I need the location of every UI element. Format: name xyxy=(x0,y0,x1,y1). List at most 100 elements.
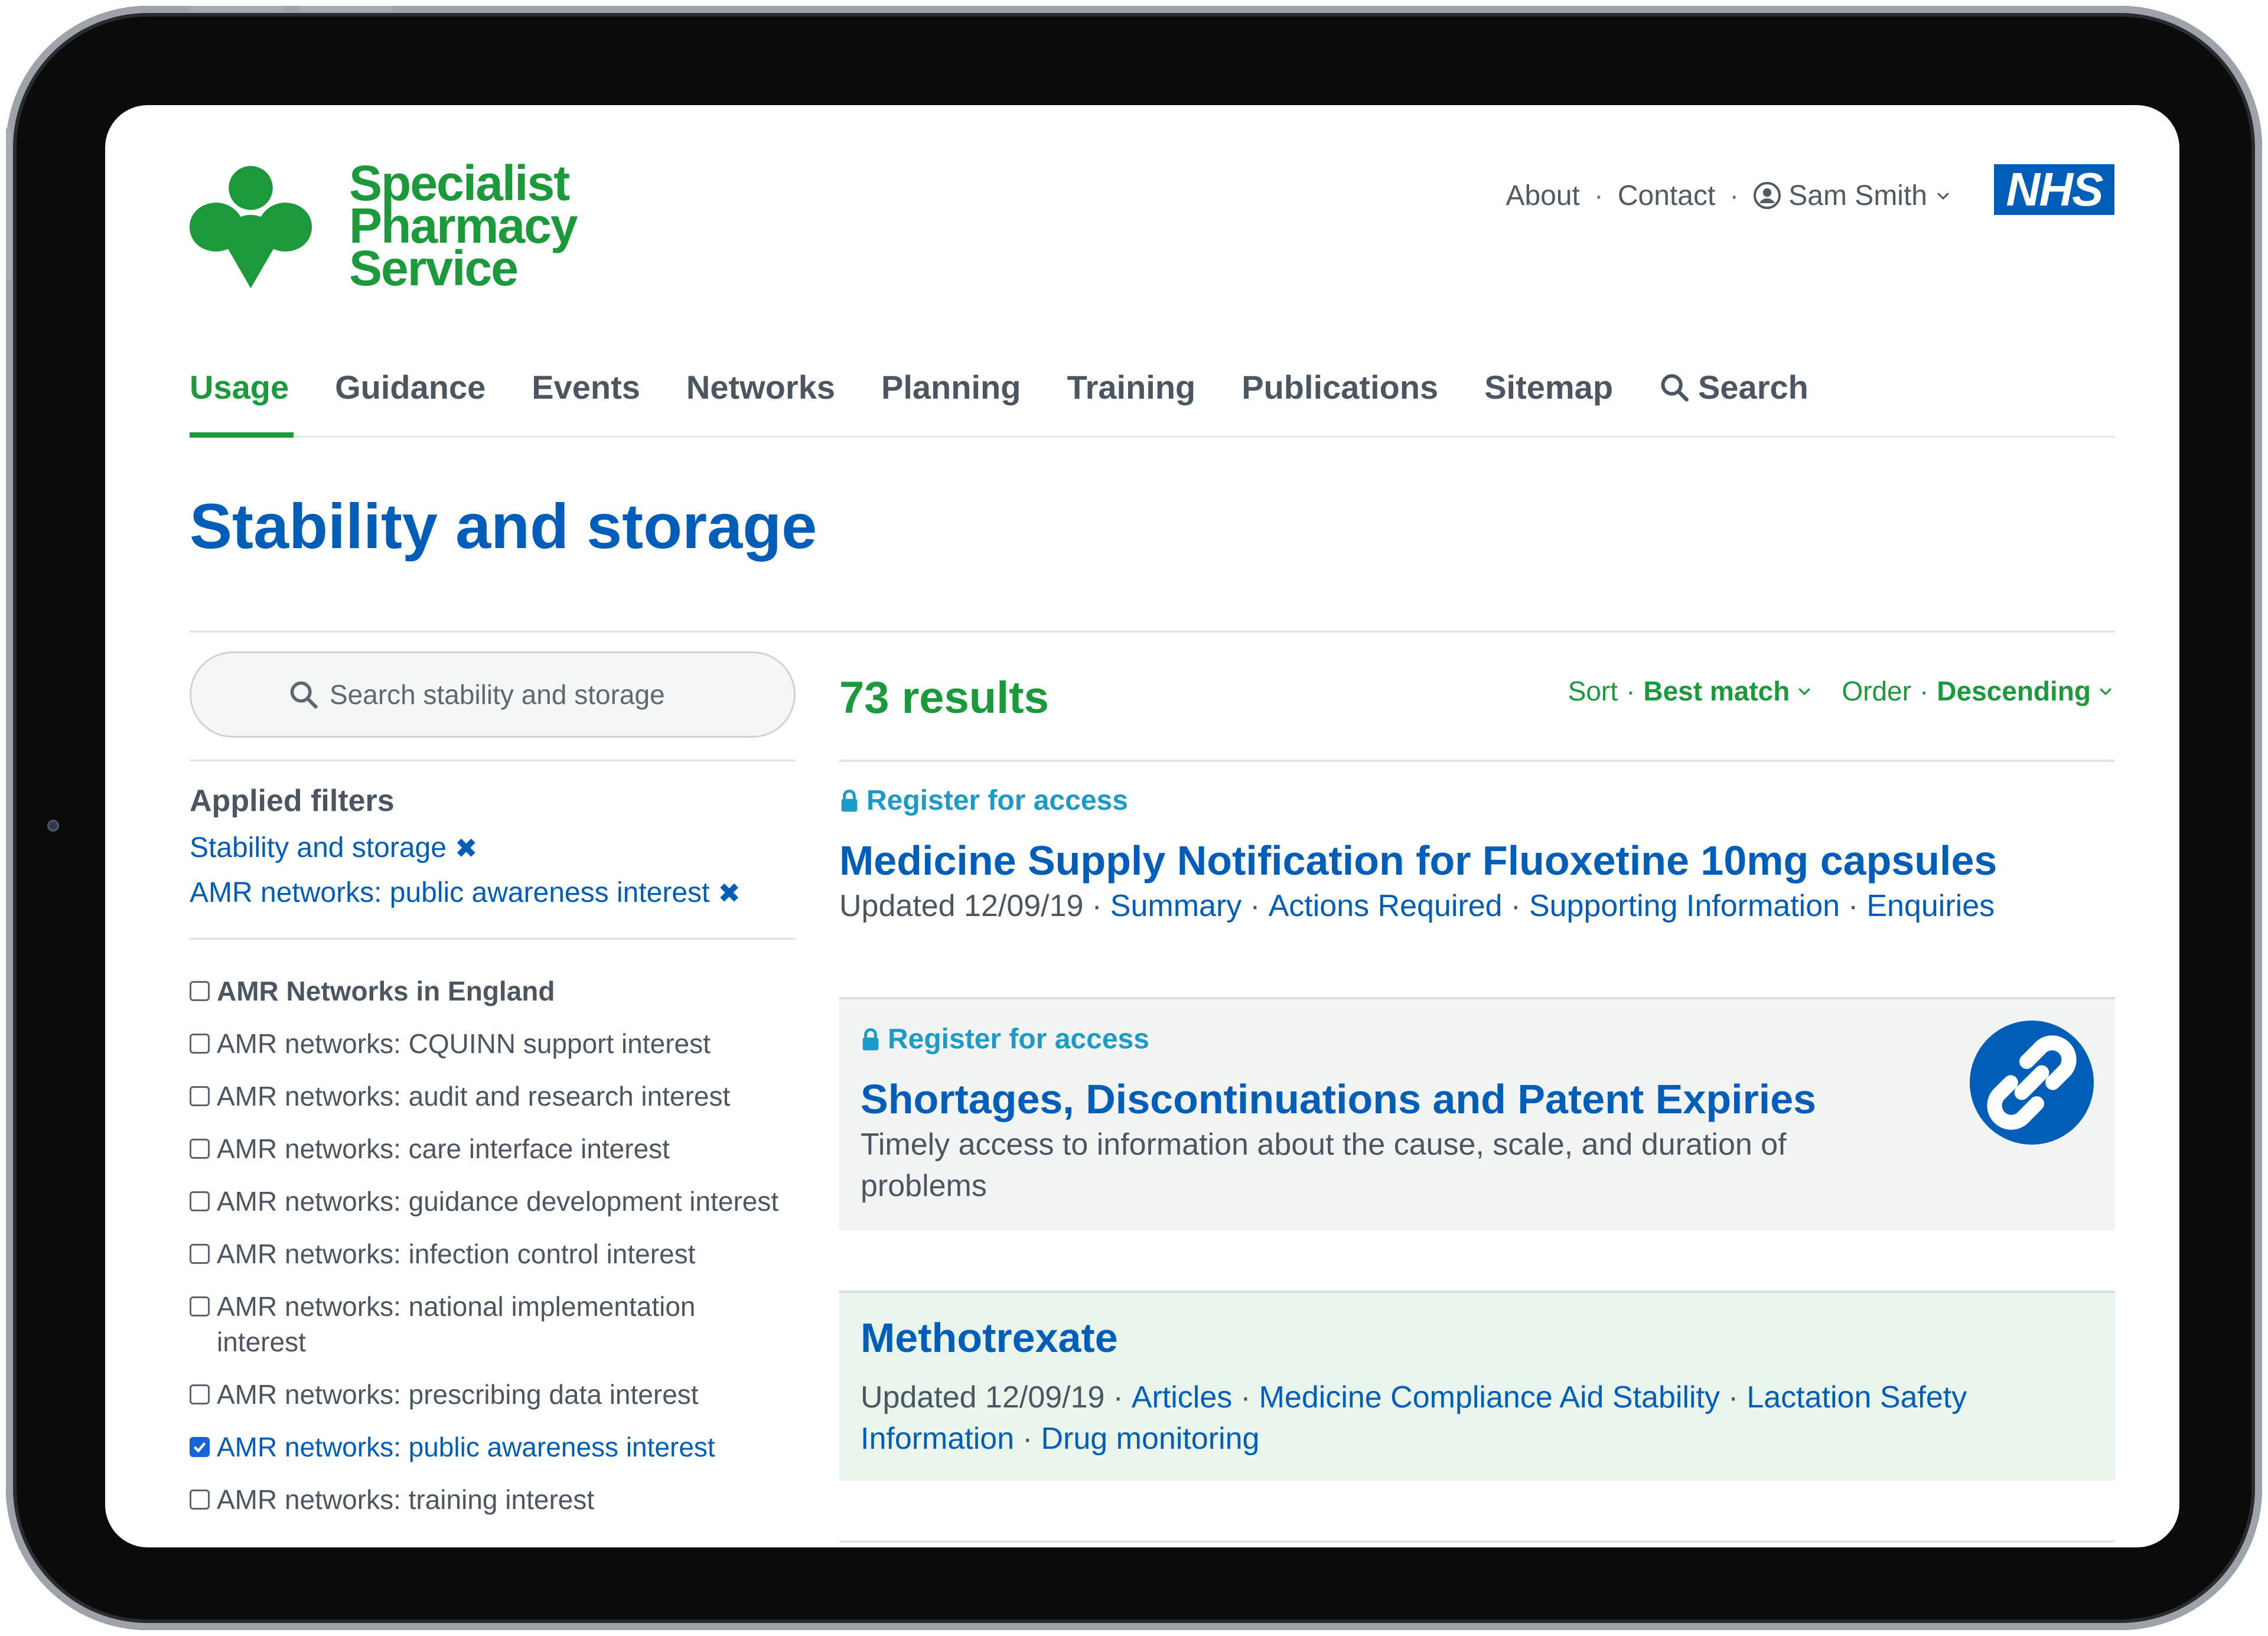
chevron-down-icon xyxy=(2100,688,2111,696)
filter-checkbox-row[interactable]: AMR Networks in England xyxy=(190,973,839,1009)
separator: · xyxy=(1594,180,1604,211)
separator: · xyxy=(1919,676,1929,706)
result-meta: Updated 12/09/19 · Summary · Actions Require… xyxy=(839,885,2115,927)
nav-item-publications[interactable]: Publications xyxy=(1241,338,1438,436)
checkbox[interactable] xyxy=(190,981,210,1001)
nav-item-sitemap[interactable]: Sitemap xyxy=(1484,338,1613,436)
remove-filter-icon[interactable]: ✖ xyxy=(718,877,741,909)
order-label: Order xyxy=(1842,676,1911,706)
search-icon xyxy=(290,681,318,709)
divider xyxy=(190,938,796,940)
filter-checkbox-row[interactable]: AMR networks: infection control interest xyxy=(190,1236,839,1272)
nav-item-events[interactable]: Events xyxy=(532,338,640,436)
result-link[interactable]: Summary xyxy=(1110,889,1241,923)
register-for-access-link[interactable]: Register for access xyxy=(861,1023,2094,1055)
applied-filters-title: Applied filters xyxy=(190,784,395,818)
filter-checkbox-row[interactable]: AMR networks: public awareness interest xyxy=(190,1429,839,1465)
result-link[interactable]: Medicine Compliance Aid Stability xyxy=(1259,1380,1720,1415)
result-link[interactable]: Supporting Information xyxy=(1529,889,1840,923)
checkbox-label: AMR networks: guidance development inter… xyxy=(217,1186,779,1217)
nav-item-training[interactable]: Training xyxy=(1067,338,1195,436)
separator: · xyxy=(1848,889,1859,923)
sort-value: Best match xyxy=(1643,676,1790,706)
chevron-down-icon xyxy=(1798,688,1811,696)
lock-icon xyxy=(841,789,858,812)
divider xyxy=(839,1540,2115,1543)
order-dropdown[interactable]: Order · Descending xyxy=(1842,675,2114,707)
checkbox-label: AMR networks: prescribing data interest xyxy=(217,1379,699,1410)
checkbox-label: AMR Networks in England xyxy=(217,976,555,1006)
results-count: 73 results xyxy=(839,673,1049,723)
updated-date: Updated 12/09/19 xyxy=(839,889,1084,923)
checkmark-icon xyxy=(193,1442,206,1453)
result-link[interactable]: Enquiries xyxy=(1866,889,1995,923)
filter-checkbox-row[interactable]: AMR networks: audit and research interes… xyxy=(190,1078,839,1114)
checkbox-label: AMR networks: care interface interest xyxy=(217,1133,670,1164)
checkbox[interactable] xyxy=(190,1296,210,1316)
result-title-link[interactable]: Medicine Supply Notification for Fluoxet… xyxy=(839,837,2115,884)
checkbox-label: AMR networks: national implementation in… xyxy=(217,1291,696,1357)
checkbox[interactable] xyxy=(190,1384,210,1404)
result-link[interactable]: Articles xyxy=(1132,1380,1232,1415)
result-item: Register for access Medicine Supply Noti… xyxy=(839,784,2115,927)
result-title-link[interactable]: Methotrexate xyxy=(861,1314,2094,1361)
separator: · xyxy=(1113,1380,1123,1415)
separator: · xyxy=(1250,889,1260,923)
screen: Specialist Pharmacy Service About · Cont… xyxy=(105,105,2179,1547)
separator: · xyxy=(1728,1380,1739,1415)
sps-logo-icon[interactable] xyxy=(190,166,312,288)
updated-date: Updated 12/09/19 xyxy=(861,1380,1105,1415)
filter-checkbox-row[interactable]: AMR networks: national implementation in… xyxy=(190,1289,786,1360)
checkbox[interactable] xyxy=(190,1490,210,1510)
result-title-link[interactable]: Shortages, Discontinuations and Patent E… xyxy=(861,1076,2094,1123)
checkbox[interactable] xyxy=(190,1244,210,1264)
filter-checkbox-row[interactable]: AMR networks: training interest xyxy=(190,1482,839,1517)
brand-name[interactable]: Specialist Pharmacy Service xyxy=(349,158,762,293)
sort-controls: Sort · Best match Order · Descending xyxy=(1540,675,2114,707)
applied-filter-label: Stability and storage xyxy=(190,832,447,863)
sidebar-search[interactable] xyxy=(190,651,796,738)
nav-item-search[interactable]: Search xyxy=(1659,338,1808,436)
broken-link-icon xyxy=(1970,1021,2094,1145)
checkbox-checked[interactable] xyxy=(190,1437,210,1457)
sort-dropdown[interactable]: Sort · Best match xyxy=(1568,675,1814,707)
nhs-logo[interactable]: NHS xyxy=(1994,164,2114,215)
result-link[interactable]: Drug monitoring xyxy=(1041,1422,1259,1456)
user-menu[interactable]: Sam Smith xyxy=(1753,180,1952,212)
applied-filter[interactable]: Stability and storage ✖ xyxy=(190,832,477,864)
tablet-frame: Specialist Pharmacy Service About · Cont… xyxy=(6,6,2262,1630)
applied-filter[interactable]: AMR networks: public awareness interest … xyxy=(190,876,741,909)
filter-checkbox-row[interactable]: AMR networks: guidance development inter… xyxy=(190,1184,839,1219)
checkbox[interactable] xyxy=(190,1191,210,1211)
filter-checkbox-row[interactable]: AMR networks: prescribing data interest xyxy=(190,1377,839,1412)
result-description: Timely access to information about the c… xyxy=(861,1127,1787,1203)
contact-link[interactable]: Contact xyxy=(1618,180,1715,212)
user-circle-icon xyxy=(1754,182,1781,209)
page-title: Stability and storage xyxy=(190,490,817,562)
nav-item-guidance[interactable]: Guidance xyxy=(335,338,485,436)
register-label: Register for access xyxy=(866,785,1128,816)
chevron-down-icon xyxy=(1937,193,1949,200)
checkbox[interactable] xyxy=(190,1034,210,1054)
about-link[interactable]: About xyxy=(1506,180,1579,212)
register-for-access-link[interactable]: Register for access xyxy=(839,784,2115,817)
nav-item-planning[interactable]: Planning xyxy=(881,338,1021,436)
checkbox[interactable] xyxy=(190,1086,210,1106)
checkbox-label: AMR networks: audit and research interes… xyxy=(217,1081,731,1112)
checkbox[interactable] xyxy=(190,1139,210,1159)
filter-checkbox-row[interactable]: AMR networks: care interface interest xyxy=(190,1131,839,1166)
result-link[interactable]: Actions Required xyxy=(1269,889,1503,923)
filter-checklist: AMR Networks in England AMR networks: CQ… xyxy=(190,973,839,1534)
separator: · xyxy=(1510,889,1521,923)
remove-filter-icon[interactable]: ✖ xyxy=(455,832,478,864)
order-value: Descending xyxy=(1937,676,2091,706)
nav-search-label: Search xyxy=(1698,369,1808,406)
nav-item-networks[interactable]: Networks xyxy=(686,338,835,436)
checkbox-label: AMR networks: CQUINN support interest xyxy=(217,1028,711,1059)
user-name: Sam Smith xyxy=(1788,180,1927,211)
separator: · xyxy=(1729,180,1739,211)
nav-item-usage[interactable]: Usage xyxy=(190,338,294,438)
result-item: Methotrexate Updated 12/09/19 · Articles · M… xyxy=(839,1290,2115,1481)
search-input[interactable] xyxy=(328,678,697,711)
filter-checkbox-row[interactable]: AMR networks: CQUINN support interest xyxy=(190,1026,839,1061)
